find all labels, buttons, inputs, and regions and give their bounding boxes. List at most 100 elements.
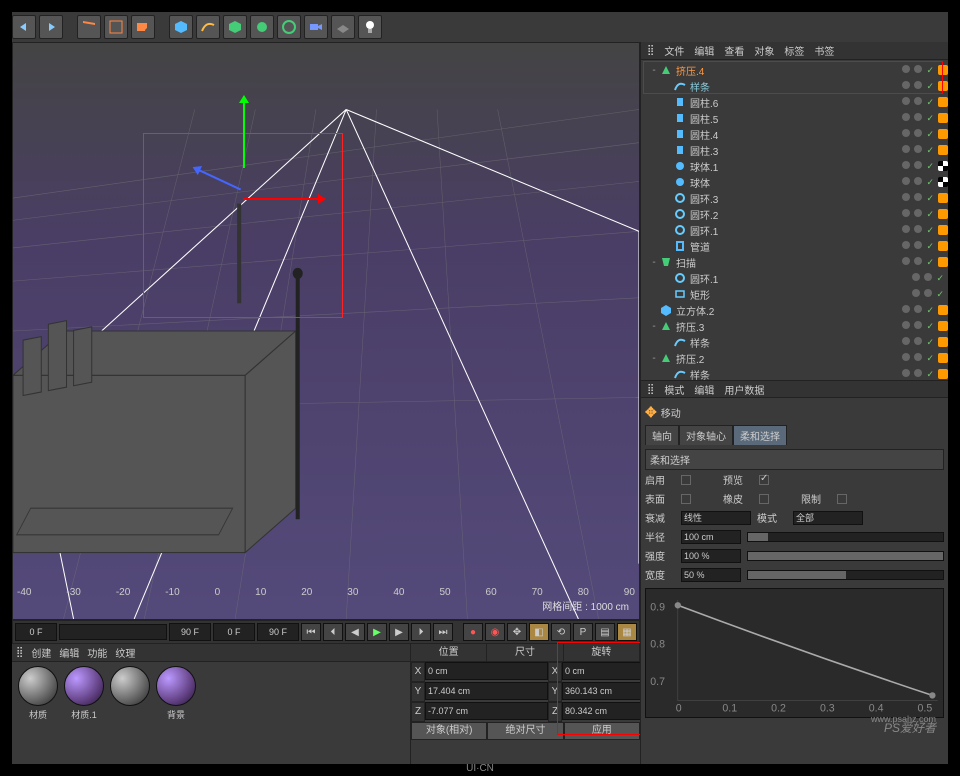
object-name[interactable]: 圆柱.3 (690, 143, 790, 158)
material-item[interactable] (108, 666, 152, 708)
object-name[interactable]: 圆环.1 (690, 223, 790, 238)
texture-tag[interactable] (938, 193, 948, 203)
tab-soft-select[interactable]: 柔和选择 (733, 425, 787, 445)
key-extra-icon[interactable]: ▦ (617, 623, 637, 641)
key-pos-icon[interactable]: ✥ (507, 623, 527, 641)
render-dot[interactable] (914, 209, 922, 217)
object-name[interactable]: 圆环.3 (690, 191, 790, 206)
camera-icon[interactable] (304, 15, 328, 39)
object-name[interactable]: 样条 (690, 335, 790, 350)
attr-menu-mode[interactable]: 模式 (664, 382, 684, 397)
autokey-button[interactable]: ◉ (485, 623, 505, 641)
render-dot[interactable] (914, 225, 922, 233)
enable-check[interactable] (926, 193, 934, 204)
layer-dot[interactable] (902, 161, 910, 169)
object-name[interactable]: 圆环.2 (690, 207, 790, 222)
render-dot[interactable] (914, 305, 922, 313)
enable-check[interactable] (926, 177, 934, 188)
next-key-button[interactable]: ⏵ (411, 623, 431, 641)
render-dot[interactable] (914, 161, 922, 169)
layer-dot[interactable] (902, 241, 910, 249)
layer-dot[interactable] (902, 65, 910, 73)
handle-icon[interactable]: ⣿ (647, 384, 654, 395)
enable-check[interactable] (926, 209, 934, 220)
enable-check[interactable] (926, 81, 934, 92)
enable-check[interactable] (926, 129, 934, 140)
enable-check[interactable] (926, 369, 934, 380)
width-slider[interactable] (747, 570, 944, 580)
enable-check[interactable] (926, 65, 934, 76)
layer-dot[interactable] (902, 225, 910, 233)
object-tree[interactable]: - 挤压.4 样条 圆柱.6 圆柱.5 圆柱.4 圆柱.3 球体.1 (641, 60, 948, 380)
layer-dot[interactable] (902, 81, 910, 89)
tree-row[interactable]: - 挤压.3 (641, 318, 948, 334)
prev-key-button[interactable]: ⏴ (323, 623, 343, 641)
coords-apply-button[interactable]: 应用 (564, 722, 640, 740)
material-item[interactable]: 背景 (154, 666, 198, 721)
mat-menu-func[interactable]: 功能 (87, 645, 107, 660)
texture-tag[interactable] (938, 209, 948, 219)
texture-tag[interactable] (938, 337, 948, 347)
texture-tag[interactable] (938, 113, 948, 123)
handle-icon[interactable]: ⣿ (647, 45, 654, 56)
mat-menu-create[interactable]: 创建 (31, 645, 51, 660)
enable-check[interactable] (926, 305, 934, 316)
render-dot[interactable] (914, 97, 922, 105)
layer-dot[interactable] (902, 97, 910, 105)
tree-row[interactable]: 球体.1 (641, 158, 948, 174)
render-dot[interactable] (914, 129, 922, 137)
coords-size-mode-select[interactable]: 绝对尺寸 (487, 722, 563, 740)
layer-dot[interactable] (902, 321, 910, 329)
tree-row[interactable]: 样条 (641, 78, 948, 94)
render-dot[interactable] (914, 337, 922, 345)
key-pla-icon[interactable]: ▤ (595, 623, 615, 641)
texture-tag[interactable] (938, 225, 948, 235)
layer-dot[interactable] (902, 177, 910, 185)
pos-z-input[interactable] (425, 702, 548, 720)
enable-check[interactable] (936, 273, 944, 284)
handle-icon[interactable]: ⣿ (16, 647, 23, 658)
render-dot[interactable] (924, 273, 932, 281)
tab-object-axis[interactable]: 对象轴心 (679, 425, 733, 445)
tree-row[interactable]: 圆柱.6 (641, 94, 948, 110)
object-name[interactable]: 样条 (690, 79, 790, 94)
obj-menu-object[interactable]: 对象 (754, 43, 774, 58)
expand-icon[interactable]: - (649, 257, 659, 268)
object-name[interactable]: 扫描 (676, 255, 776, 270)
render-settings-icon[interactable] (131, 15, 155, 39)
layer-dot[interactable] (902, 113, 910, 121)
object-name[interactable]: 挤压.3 (676, 319, 776, 334)
object-name[interactable]: 矩形 (690, 287, 790, 302)
tree-row[interactable]: 圆柱.3 (641, 142, 948, 158)
size-x-input[interactable] (562, 662, 640, 680)
timeline-end-input[interactable] (169, 623, 211, 641)
layer-dot[interactable] (912, 289, 920, 297)
redo-button[interactable] (39, 15, 63, 39)
expand-icon[interactable]: - (649, 65, 659, 76)
layer-dot[interactable] (912, 273, 920, 281)
texture-tag[interactable] (938, 81, 948, 91)
falloff-graph[interactable]: 0.9 0.8 0.7 0 0.1 0.2 0.3 0.4 0.5 (645, 588, 944, 718)
layer-dot[interactable] (902, 129, 910, 137)
obj-menu-bookmark[interactable]: 书签 (814, 43, 834, 58)
object-name[interactable]: 挤压.4 (676, 63, 776, 78)
timeline-start-input[interactable] (15, 623, 57, 641)
render-dot[interactable] (914, 193, 922, 201)
enable-check[interactable] (926, 257, 934, 268)
preview-checkbox[interactable] (759, 475, 769, 485)
object-name[interactable]: 挤压.2 (676, 351, 776, 366)
surface-checkbox[interactable] (681, 494, 691, 504)
texture-tag[interactable] (938, 177, 948, 187)
pos-y-input[interactable] (425, 682, 548, 700)
light-icon[interactable] (358, 15, 382, 39)
tree-row[interactable]: 圆柱.5 (641, 110, 948, 126)
render-dot[interactable] (914, 113, 922, 121)
key-scale-icon[interactable]: ◧ (529, 623, 549, 641)
object-name[interactable]: 样条 (690, 367, 790, 381)
expand-icon[interactable]: - (649, 321, 659, 332)
enable-check[interactable] (926, 161, 934, 172)
enable-check[interactable] (926, 225, 934, 236)
object-name[interactable]: 圆柱.4 (690, 127, 790, 142)
layer-dot[interactable] (902, 145, 910, 153)
attr-menu-userdata[interactable]: 用户数据 (724, 382, 764, 397)
